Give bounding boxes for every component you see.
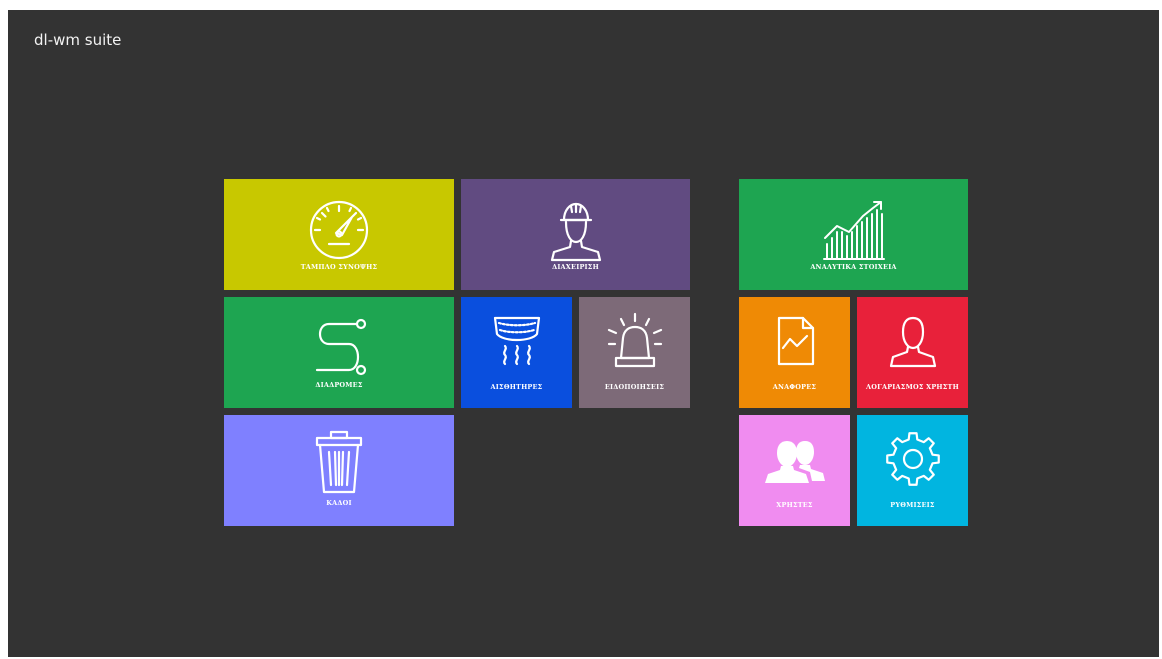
tile-label: ΑΝΑΦΟΡΕΣ	[772, 383, 817, 391]
tile-notifications[interactable]: ΕΙΔΟΠΟΙΗΣΕΙΣ	[579, 297, 690, 408]
growth-chart-icon	[822, 201, 885, 260]
worker-icon	[550, 202, 601, 262]
tile-bins[interactable]: ΚΑΔΟΙ	[224, 415, 454, 526]
tile-reports[interactable]: ΑΝΑΦΟΡΕΣ	[739, 297, 850, 408]
tile-label: ΤΑΜΠΛΟ ΣΥΝΟΨΗΣ	[300, 263, 378, 271]
tile-settings[interactable]: ΡΥΘΜΙΣΕΙΣ	[857, 415, 968, 526]
tile-label: ΑΝΑΛΥΤΙΚΑ ΣΤΟΙΧΕΙΑ	[810, 263, 897, 271]
tile-analytics[interactable]: ΑΝΑΛΥΤΙΚΑ ΣΤΟΙΧΕΙΑ	[739, 179, 968, 290]
speedometer-icon	[309, 200, 369, 260]
report-document-icon	[777, 316, 814, 366]
siren-icon	[607, 312, 662, 368]
route-icon	[315, 318, 367, 376]
trash-bin-icon	[315, 430, 363, 494]
app-title: dl-wm suite	[34, 31, 122, 49]
tile-label: ΧΡΗΣΤΕΣ	[776, 501, 813, 509]
tile-label: ΑΙΣΘΗΤΗΡΕΣ	[490, 383, 543, 391]
tile-management[interactable]: ΔΙΑΧΕΙΡΙΣΗ	[461, 179, 690, 290]
tile-sensors[interactable]: ΑΙΣΘΗΤΗΡΕΣ	[461, 297, 572, 408]
tile-label: ΕΙΔΟΠΟΙΗΣΕΙΣ	[604, 383, 665, 391]
tile-dashboard[interactable]: ΤΑΜΠΛΟ ΣΥΝΟΨΗΣ	[224, 179, 454, 290]
gear-icon	[885, 432, 940, 486]
tile-label: ΔΙΑΔΡΟΜΕΣ	[315, 381, 363, 389]
tile-label: ΡΥΘΜΙΣΕΙΣ	[890, 501, 935, 509]
tile-label: ΔΙΑΧΕΙΡΙΣΗ	[552, 263, 599, 271]
sensor-icon	[493, 316, 540, 366]
users-icon	[764, 441, 825, 483]
app-window: dl-wm suite ΤΑΜΠΛΟ ΣΥΝΟΨΗΣ ΔΙΑΧΕΙΡΙΣΗ ΑΝ…	[8, 10, 1159, 657]
tile-routes[interactable]: ΔΙΑΔΡΟΜΕΣ	[224, 297, 454, 408]
tile-users[interactable]: ΧΡΗΣΤΕΣ	[739, 415, 850, 526]
tile-user-account[interactable]: ΛΟΓΑΡΙΑΣΜΟΣ ΧΡΗΣΤΗ	[857, 297, 968, 408]
tile-label: ΛΟΓΑΡΙΑΣΜΟΣ ΧΡΗΣΤΗ	[866, 383, 959, 391]
tile-label: ΚΑΔΟΙ	[326, 499, 352, 507]
user-icon	[889, 316, 936, 368]
